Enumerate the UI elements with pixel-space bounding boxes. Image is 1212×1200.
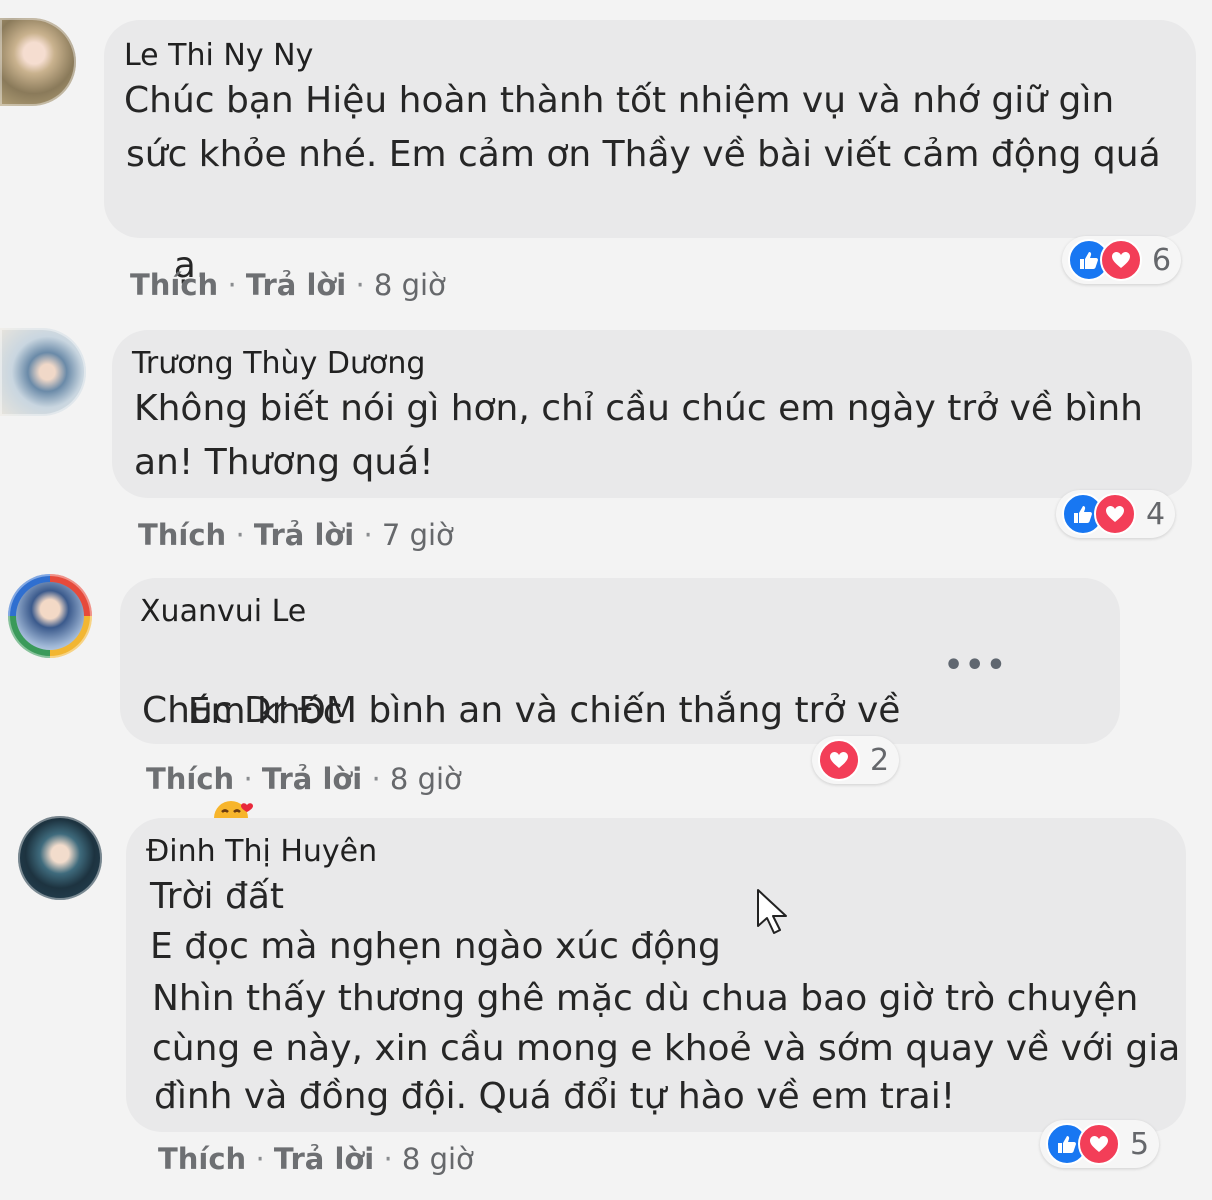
like-button[interactable]: Thích [158,1142,246,1176]
reply-button[interactable]: Trả lời [274,1142,374,1176]
comment-author[interactable]: Trương Thùy Dương [132,346,425,381]
reaction-summary[interactable]: 5 [1040,1120,1160,1168]
love-reaction-icon [818,739,860,781]
avatar-photo [16,582,84,650]
comment-time[interactable]: 8 giờ [402,1142,474,1176]
avatar[interactable] [18,816,102,900]
like-button[interactable]: Thích [130,268,218,302]
mouse-pointer-icon [756,888,790,940]
comment-actions: Thích · Trả lời · 7 giờ [138,518,454,552]
comment-text-line: sức khỏe nhé. Em cảm ơn Thầy về bài viết… [126,134,1161,175]
reply-button[interactable]: Trả lời [246,268,346,302]
separator: · [371,762,381,796]
reply-button[interactable]: Trả lời [262,762,362,796]
comment-text-line: đình và đồng đội. Quá đổi tự hào về em t… [154,1076,956,1117]
avatar[interactable] [8,574,92,658]
comment-text-line: Chúc bạn Hiệu hoàn thành tốt nhiệm vụ và… [124,80,1115,121]
comment-time[interactable]: 8 giờ [374,268,446,302]
reply-button[interactable]: Trả lời [254,518,354,552]
reaction-count: 5 [1130,1126,1150,1162]
comment-text-line: an! Thương quá! [134,442,434,483]
reaction-summary[interactable]: 6 [1062,236,1182,284]
separator: · [243,762,253,796]
separator: · [363,518,373,552]
love-reaction-icon [1094,493,1136,535]
comment-actions: Thích · Trả lời · 8 giờ [130,268,446,302]
reaction-count: 2 [870,742,890,778]
more-options-icon[interactable]: ••• [944,648,1008,683]
separator: · [355,268,365,302]
comment-text-line: Nhìn thấy thương ghê mặc dù chua bao giờ… [152,978,1139,1019]
comment-time[interactable]: 7 giờ [382,518,454,552]
comment-author[interactable]: Le Thi Ny Ny [124,38,313,73]
reaction-count: 6 [1152,242,1172,278]
separator: · [227,268,237,302]
avatar[interactable] [0,328,86,416]
comment-author[interactable]: Đinh Thị Huyên [146,834,377,869]
comment-actions: Thích · Trả lời · 8 giờ [146,762,462,796]
comment-author[interactable]: Xuanvui Le [140,594,306,629]
comment-text-line: Chúc Dr ĐM bình an và chiến thắng trở về [142,690,901,731]
avatar[interactable] [0,18,76,106]
comment-time[interactable]: 8 giờ [390,762,462,796]
reaction-summary[interactable]: 4 [1056,490,1176,538]
comment-text-line: Không biết nói gì hơn, chỉ cầu chúc em n… [134,388,1143,429]
comment-text-line: Trời đất [150,876,284,917]
like-button[interactable]: Thích [138,518,226,552]
comment-text-line: E đọc mà nghẹn ngào xúc động [150,926,721,967]
reaction-summary[interactable]: 2 [812,736,900,784]
comment-actions: Thích · Trả lời · 8 giờ [158,1142,474,1176]
separator: · [383,1142,393,1176]
separator: · [255,1142,265,1176]
reaction-count: 4 [1146,496,1166,532]
separator: · [235,518,245,552]
comment-text-line: cùng e này, xin cầu mong e khoẻ và sớm q… [152,1028,1181,1069]
like-button[interactable]: Thích [146,762,234,796]
love-reaction-icon [1078,1123,1120,1165]
love-reaction-icon [1100,239,1142,281]
